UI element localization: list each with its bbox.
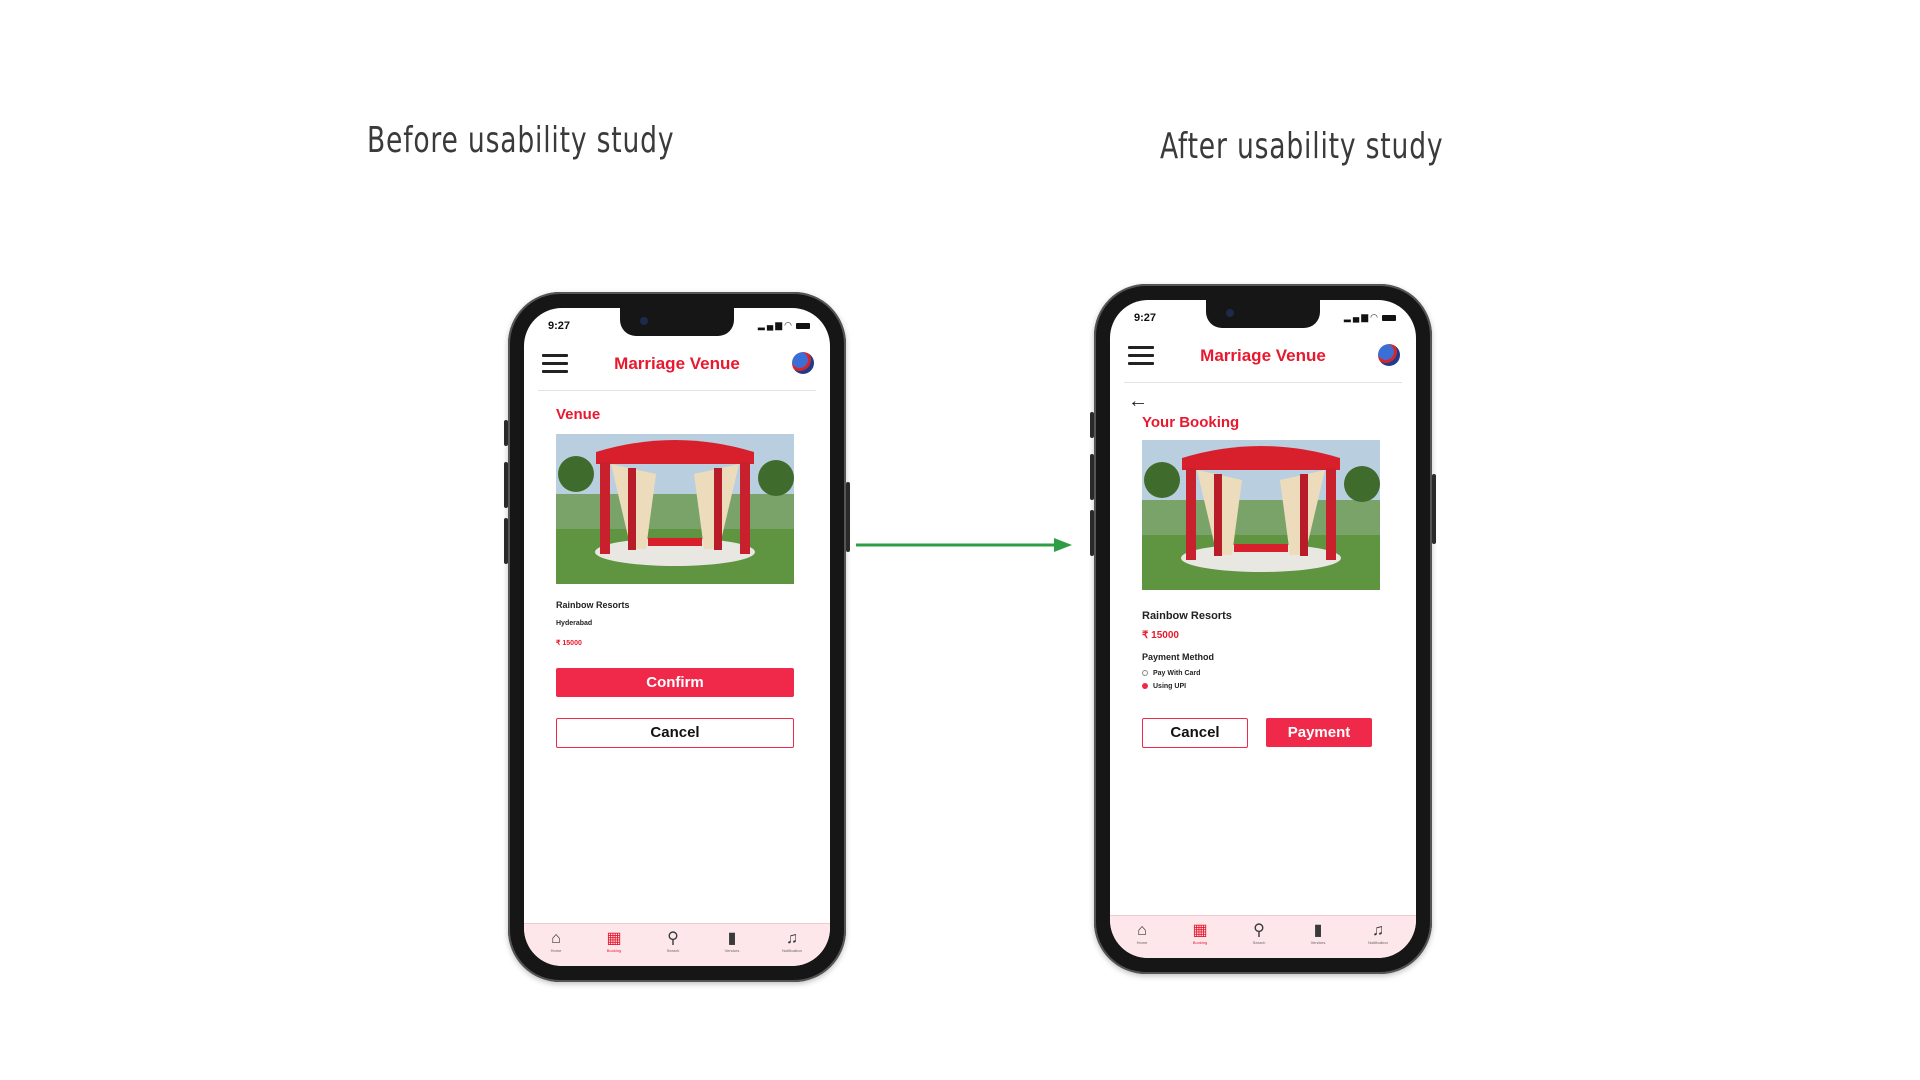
venue-name: Rainbow Resorts [556, 600, 630, 610]
section-title: Venue [556, 406, 601, 423]
nav-booking[interactable]: ▦ Booking [594, 930, 634, 953]
bookmark-icon: ▮ [1313, 922, 1323, 939]
calendar-icon: ▦ [606, 930, 622, 947]
venue-price: ₹ 15000 [556, 640, 582, 647]
payment-method-label: Payment Method [1142, 652, 1215, 662]
nav-notification[interactable]: ♫ Notification [1358, 922, 1398, 945]
battery-icon [1382, 314, 1396, 321]
app-title: Marriage Venue [614, 354, 740, 373]
venue-location: Hyderabad [556, 620, 593, 627]
calendar-icon: ▦ [1192, 922, 1208, 939]
nav-home[interactable]: ⌂ Home [536, 930, 576, 953]
payment-button[interactable]: Payment [1266, 718, 1372, 747]
app-header: Marriage Venue [524, 346, 830, 380]
venue-image [556, 434, 794, 584]
phone-before: 9:27 ▂▄▆◠ Marriage Venue Venue Rainbow R… [504, 292, 850, 982]
radio-upi[interactable] [1142, 683, 1148, 690]
bottom-nav: ⌂ Home ▦ Booking ⚲ Search ▮ Vendors ♫ Notific… [1110, 915, 1416, 958]
wifi-icon: ◠ [1370, 312, 1380, 322]
bell-icon: ♫ [786, 930, 798, 947]
back-arrow-icon[interactable]: ← [1128, 390, 1148, 413]
header-divider [538, 390, 816, 391]
bottom-nav: ⌂ Home ▦ Booking ⚲ Search ▮ Vendors ♫ Notific… [524, 923, 830, 966]
status-time: 9:27 [548, 320, 571, 332]
avatar[interactable] [1378, 344, 1400, 366]
venue-price: ₹ 15000 [1142, 630, 1179, 641]
app-title: Marriage Venue [1200, 346, 1326, 365]
nav-notification[interactable]: ♫ Notification [772, 930, 812, 953]
status-time: 9:27 [1134, 312, 1157, 324]
cancel-button[interactable]: Cancel [1142, 718, 1248, 748]
transition-arrow-icon [856, 538, 1072, 552]
app-header: Marriage Venue [1110, 338, 1416, 372]
notch [620, 308, 734, 336]
heading-before: Before usability study [367, 120, 675, 161]
section-title: Your Booking [1142, 414, 1240, 431]
nav-search[interactable]: ⚲ Search [653, 930, 693, 953]
home-icon: ⌂ [551, 930, 561, 947]
payment-option-upi[interactable]: Using UPI [1142, 683, 1186, 690]
bell-icon: ♫ [1372, 922, 1384, 939]
heading-after: After usability study [1160, 126, 1444, 167]
nav-vendors[interactable]: ▮ Vendors [1298, 922, 1338, 945]
screen-after: 9:27 ▂▄▆◠ Marriage Venue ← Your Booking [1110, 300, 1416, 958]
nav-booking[interactable]: ▦ Booking [1180, 922, 1220, 945]
header-divider [1124, 382, 1402, 383]
home-icon: ⌂ [1137, 922, 1147, 939]
phone-after: 9:27 ▂▄▆◠ Marriage Venue ← Your Booking [1090, 284, 1436, 974]
wifi-icon: ◠ [784, 320, 794, 330]
venue-name: Rainbow Resorts [1142, 610, 1232, 622]
status-icons: ▂▄▆◠ [758, 320, 810, 331]
nav-vendors[interactable]: ▮ Vendors [712, 930, 752, 953]
avatar[interactable] [792, 352, 814, 374]
signal-icon: ▂▄▆ [1343, 312, 1371, 322]
notch [1206, 300, 1320, 328]
status-icons: ▂▄▆◠ [1344, 312, 1396, 323]
search-icon: ⚲ [667, 930, 679, 947]
battery-icon [796, 322, 810, 329]
radio-card[interactable] [1142, 670, 1148, 677]
cancel-button[interactable]: Cancel [556, 718, 794, 748]
screen-before: 9:27 ▂▄▆◠ Marriage Venue Venue Rainbow R… [524, 308, 830, 966]
payment-option-card[interactable]: Pay With Card [1142, 670, 1200, 677]
signal-icon: ▂▄▆ [757, 320, 785, 330]
venue-image [1142, 440, 1380, 590]
nav-search[interactable]: ⚲ Search [1239, 922, 1279, 945]
search-icon: ⚲ [1253, 922, 1265, 939]
bookmark-icon: ▮ [727, 930, 737, 947]
nav-home[interactable]: ⌂ Home [1122, 922, 1162, 945]
confirm-button[interactable]: Confirm [556, 668, 794, 697]
